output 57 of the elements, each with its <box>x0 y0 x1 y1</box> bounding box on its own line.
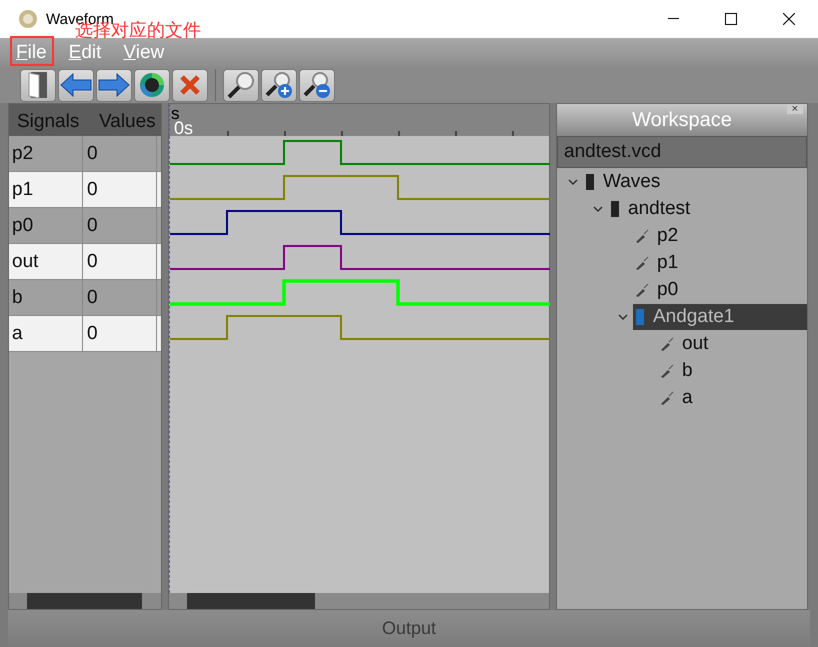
left-arrow-icon <box>60 73 92 97</box>
highlight-frame <box>10 36 54 66</box>
toolbar-button[interactable] <box>134 68 170 102</box>
minimize-icon[interactable] <box>668 18 678 20</box>
delete-icon <box>179 74 201 96</box>
file-selector[interactable]: andtest.vcd <box>557 136 807 168</box>
tree-item[interactable]: out <box>658 330 714 356</box>
tree-item[interactable]: Andgate1 <box>633 304 807 330</box>
close-icon[interactable] <box>783 13 795 25</box>
door-icon <box>27 71 49 99</box>
table-cell: p2 <box>9 136 83 171</box>
toolbar-button[interactable] <box>261 68 297 102</box>
refresh-icon <box>138 71 166 99</box>
table-cell: out <box>9 244 83 279</box>
probe-icon <box>635 228 649 242</box>
probe-icon <box>635 282 649 296</box>
probe-icon <box>660 390 674 404</box>
table-cell: 0 <box>83 316 157 351</box>
table-cell: b <box>9 280 83 315</box>
toolbar-button[interactable] <box>223 68 259 102</box>
tree-item[interactable]: p2 <box>633 222 684 248</box>
scrollbar[interactable] <box>169 593 549 609</box>
right-arrow-icon <box>98 73 130 97</box>
probe-icon <box>660 364 674 378</box>
toolbar-button[interactable] <box>20 68 56 102</box>
chip-icon <box>635 308 645 324</box>
app-icon <box>18 9 38 29</box>
chip-icon <box>585 174 595 190</box>
chip-icon <box>610 200 620 216</box>
chevron-icon[interactable] <box>568 178 578 186</box>
table-cell: p1 <box>9 172 83 207</box>
zoom-in-icon <box>265 71 293 99</box>
maximize-icon[interactable] <box>725 13 737 25</box>
zoom-out-icon <box>303 71 331 99</box>
tree-item[interactable]: p0 <box>633 276 684 302</box>
probe-icon <box>660 336 674 350</box>
table-cell: 0 <box>83 244 157 279</box>
panel-title: Workspace <box>632 108 732 132</box>
tree-item[interactable]: b <box>658 358 699 384</box>
table-cell: 0 <box>83 208 157 243</box>
table-cell: 0 <box>83 136 157 171</box>
table-cell: p0 <box>9 208 83 243</box>
panel-title: Output <box>382 618 436 639</box>
tree-item[interactable]: Waves <box>583 168 666 194</box>
tree-item[interactable]: p1 <box>633 250 684 276</box>
magnifier-icon <box>227 71 255 99</box>
table-cell: 0 <box>83 172 157 207</box>
scrollbar[interactable] <box>9 593 161 609</box>
table-cell: 0 <box>83 280 157 315</box>
table-cell: a <box>9 316 83 351</box>
tree-item[interactable]: andtest <box>608 196 696 222</box>
tree-item[interactable]: a <box>658 384 699 410</box>
toolbar-button[interactable] <box>299 68 335 102</box>
chevron-icon[interactable] <box>593 204 603 212</box>
probe-icon <box>635 256 649 270</box>
chevron-icon[interactable] <box>618 312 628 320</box>
close-button[interactable]: × <box>786 104 803 114</box>
